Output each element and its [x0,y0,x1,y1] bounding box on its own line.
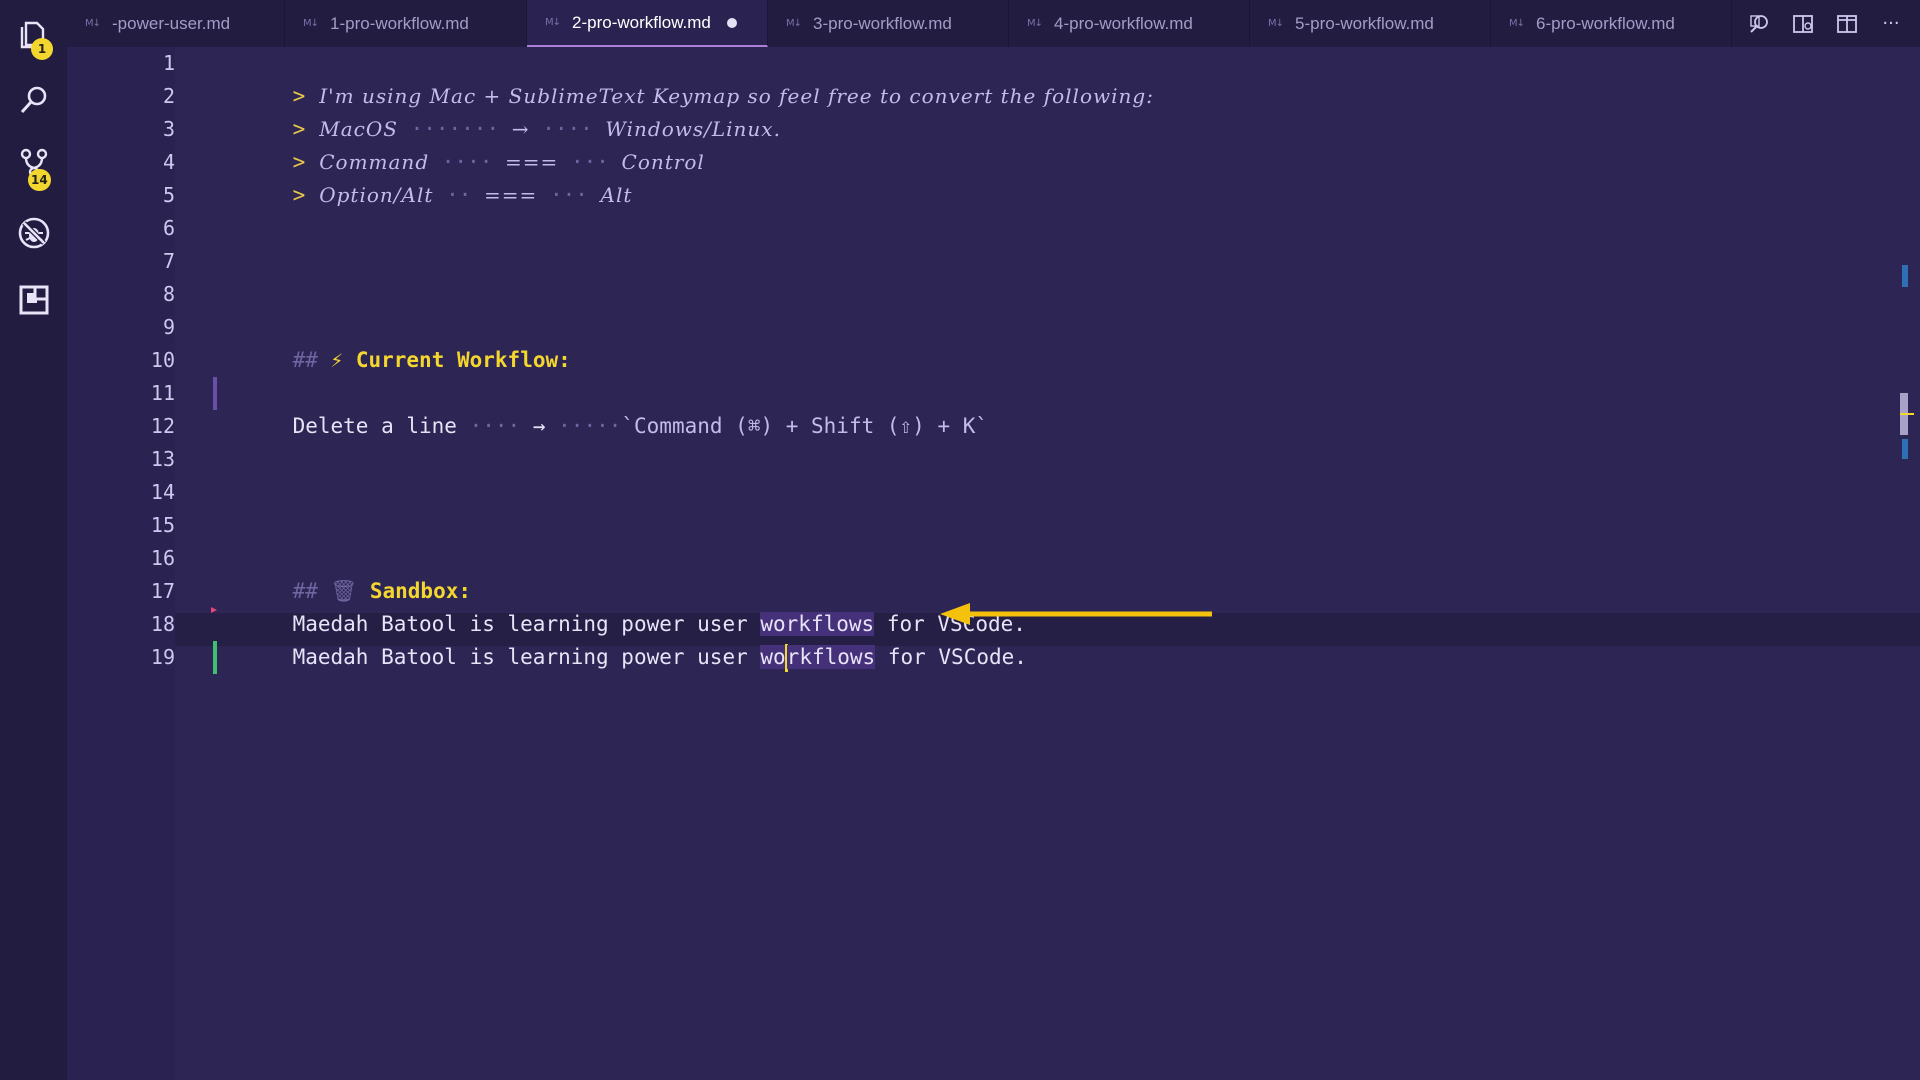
code-line-18: Maedah Batool is learning power user wor… [242,608,1027,672]
tab-power-user[interactable]: M↓ -power-user.md [67,0,285,47]
editor-actions: ··· [1744,0,1920,47]
markdown-icon: M↓ [786,18,802,29]
line-number-gutter: 1 2 3 4 5 6 7 8 9 10 11 12 13 14 15 16 1… [67,47,175,1080]
whitespace-dots: ·· [446,183,472,207]
explorer-badge: 1 [31,38,53,60]
line-number: 8 [162,282,175,306]
line-number: 2 [162,84,175,108]
code-line-3: > Command ···· === ··· Control [242,113,705,174]
code-line-17: Maedah Batool is learning power user wor… [242,575,1026,636]
scm-badge: 14 [28,169,51,191]
blockquote-marker: > [292,183,306,207]
line-number: 12 [150,414,175,438]
overview-ruler-mark[interactable] [1902,265,1908,287]
extensions-icon [19,285,48,315]
tab-label: 3-pro-workflow.md [813,13,952,33]
code-line-4: > Option/Alt ·· === ··· Alt [242,146,632,207]
lightning-icon: ⚡ [330,348,344,372]
activity-bar: 1 14 [0,0,67,1080]
line-number: 13 [150,447,175,471]
word-highlight: rkflows [786,645,876,669]
line-number: 18 [150,612,175,636]
code-line-9: ## ⚡ Current Workflow: [242,311,571,372]
editor[interactable]: 1 2 3 4 5 6 7 8 9 10 11 12 13 14 15 16 1… [67,47,1920,1080]
markdown-icon: M↓ [1509,18,1525,29]
split-editor-icon[interactable] [1832,9,1862,39]
overview-ruler-mark[interactable] [1902,439,1908,459]
code-line-2: > MacOS ······· → ···· Windows/Linux. [242,80,781,141]
git-modified-marker[interactable] [213,377,217,410]
whitespace-dots: ··· [549,183,588,207]
code-line-15: ## 🗑 Sandbox: [242,542,471,603]
git-added-marker[interactable] [213,641,217,674]
whitespace-dots: ···· [469,414,521,438]
delete-line-label: Delete a line [292,414,457,438]
shortcut-code: `Command (⌘) + Shift (⇧) + K` [621,414,989,438]
unsaved-dot-icon[interactable] [726,17,737,28]
split-preview-icon[interactable] [1788,9,1818,39]
extensions-button[interactable] [0,270,67,330]
control-label: Control [621,150,705,174]
tab-label: 4-pro-workflow.md [1054,13,1193,33]
heading-hashes: ## [292,348,318,372]
line-number: 5 [162,183,175,207]
markdown-icon: M↓ [303,18,319,29]
debug-icon [18,217,49,249]
arrow-glyph: → [532,414,546,438]
search-icon [20,86,46,114]
tab-label: 1-pro-workflow.md [330,13,469,33]
explorer-button[interactable]: 1 [0,4,67,64]
tab-1-pro-workflow[interactable]: M↓ 1-pro-workflow.md [285,0,527,47]
sentence-start: Maedah Batool is learning power user [292,645,761,669]
line-number: 19 [150,645,175,669]
line-number: 6 [162,216,175,240]
tab-label: 2-pro-workflow.md [572,12,711,32]
line-number: 14 [150,480,175,504]
search-button[interactable] [0,70,67,130]
source-control-button[interactable]: 14 [0,133,67,193]
code-line-1: > I'm using Mac + SublimeText Keymap so f… [242,47,1154,108]
line-number: 10 [150,348,175,372]
heading-current-workflow: Current Workflow: [355,348,571,372]
equals-glyph: === [484,183,538,207]
debug-button[interactable] [0,203,67,263]
overview-cursor-mark [1900,413,1914,415]
tab-2-pro-workflow[interactable]: M↓ 2-pro-workflow.md [527,0,768,47]
line-number: 11 [150,381,175,405]
word-highlight: wo [760,645,786,669]
tab-3-pro-workflow[interactable]: M↓ 3-pro-workflow.md [768,0,1009,47]
code-line-11: Delete a line ···· → ·····`Command (⌘) +… [242,377,988,438]
alt-label: Alt [600,183,633,207]
whitespace-dots: ····· [558,414,622,438]
tab-5-pro-workflow[interactable]: M↓ 5-pro-workflow.md [1250,0,1491,47]
tab-label: 6-pro-workflow.md [1536,13,1675,33]
tab-6-pro-workflow[interactable]: M↓ 6-pro-workflow.md [1491,0,1732,47]
line-number: 15 [150,513,175,537]
tab-label: 5-pro-workflow.md [1295,13,1434,33]
line-number: 1 [162,51,175,75]
more-actions-icon[interactable]: ··· [1876,9,1906,39]
markdown-icon: M↓ [545,17,561,28]
markdown-icon: M↓ [1268,18,1284,29]
sentence-end: for VSCode. [875,645,1027,669]
markdown-icon: M↓ [1027,18,1043,29]
markdown-icon: M↓ [85,18,101,29]
tab-bar: M↓ -power-user.md M↓ 1-pro-workflow.md M… [67,0,1920,47]
open-preview-icon[interactable] [1744,9,1774,39]
line-number: 9 [162,315,175,339]
line-number: 16 [150,546,175,570]
line-number: 4 [162,150,175,174]
option-label: Option/Alt [319,183,434,207]
tab-4-pro-workflow[interactable]: M↓ 4-pro-workflow.md [1009,0,1250,47]
line-number: 7 [162,249,175,273]
line-number: 17 [150,579,175,603]
tab-label: -power-user.md [112,13,231,33]
line-number: 3 [162,117,175,141]
